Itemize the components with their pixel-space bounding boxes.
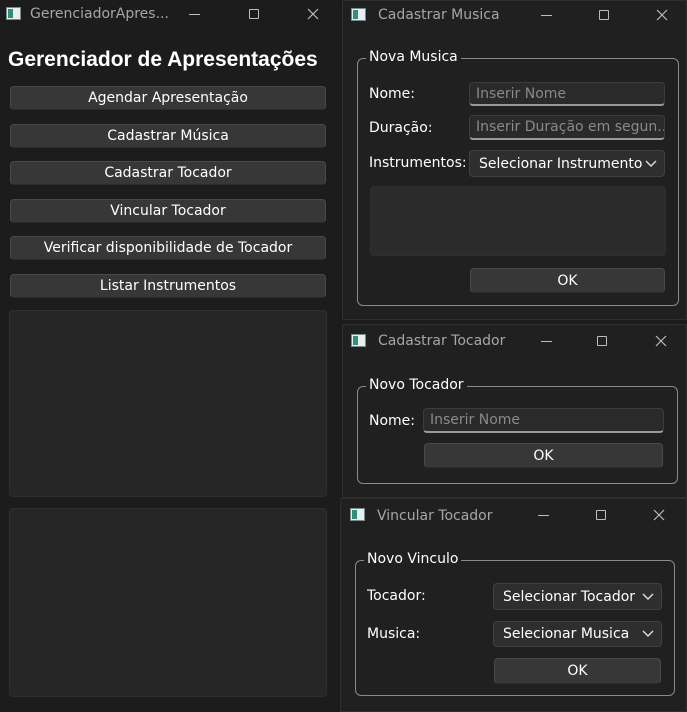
- tocador-select[interactable]: Selecionar Tocador: [493, 583, 662, 610]
- duracao-label: Duração:: [369, 120, 433, 136]
- main-window-title: GerenciadorApres...: [30, 6, 169, 22]
- tocador-window-title: Cadastrar Tocador: [378, 333, 506, 349]
- novo-tocador-group: Novo Tocador: [357, 377, 678, 484]
- musica-label: Musica:: [367, 626, 421, 642]
- novo-vinculo-group-title: Novo Vinculo: [364, 551, 462, 567]
- maximize-icon[interactable]: [591, 330, 613, 352]
- musica-titlebar[interactable]: Cadastrar Musica: [343, 1, 686, 29]
- instrumentos-select[interactable]: Selecionar Instrumento: [469, 150, 665, 177]
- maximize-icon[interactable]: [590, 504, 612, 526]
- app-icon: [6, 7, 21, 20]
- chevron-down-icon: [642, 630, 654, 637]
- verificar-disponibilidade-button[interactable]: Verificar disponibilidade de Tocador: [10, 236, 326, 260]
- close-icon[interactable]: [651, 4, 673, 26]
- musica-window-title: Cadastrar Musica: [378, 7, 500, 23]
- musica-select[interactable]: Selecionar Musica: [493, 621, 662, 647]
- vincular-window-title: Vincular Tocador: [377, 508, 493, 524]
- cadastrar-tocador-button[interactable]: Cadastrar Tocador: [10, 161, 326, 185]
- minimize-icon[interactable]: [183, 3, 205, 25]
- app-icon: [351, 8, 366, 21]
- musica-ok-button[interactable]: OK: [470, 268, 665, 293]
- maximize-icon[interactable]: [593, 4, 615, 26]
- close-icon[interactable]: [648, 504, 670, 526]
- novo-tocador-group-title: Novo Tocador: [366, 377, 467, 393]
- vincular-titlebar[interactable]: Vincular Tocador: [341, 499, 686, 527]
- minimize-icon[interactable]: [532, 504, 554, 526]
- instrumentos-list[interactable]: [370, 186, 666, 256]
- cadastrar-musica-window: Cadastrar Musica Nova Musica Nome: Inser…: [342, 0, 687, 320]
- musica-select-value: Selecionar Musica: [503, 626, 630, 642]
- tocador-nome-input[interactable]: Inserir Nome: [423, 408, 664, 433]
- minimize-icon[interactable]: [535, 330, 557, 352]
- nova-musica-group-title: Nova Musica: [366, 49, 461, 65]
- tocador-select-value: Selecionar Tocador: [503, 588, 636, 605]
- output-panel-top[interactable]: [9, 310, 327, 497]
- listar-instrumentos-button[interactable]: Listar Instrumentos: [10, 274, 326, 298]
- cadastrar-musica-button[interactable]: Cadastrar Música: [10, 124, 326, 148]
- chevron-down-icon: [645, 160, 657, 167]
- app-icon: [351, 334, 366, 347]
- app-icon: [350, 508, 365, 521]
- tocador-titlebar[interactable]: Cadastrar Tocador: [343, 325, 686, 353]
- close-icon[interactable]: [302, 3, 324, 25]
- instrumentos-select-value: Selecionar Instrumento: [479, 155, 643, 172]
- output-panel-bottom[interactable]: [9, 508, 327, 697]
- tocador-label: Tocador:: [367, 588, 426, 604]
- close-icon[interactable]: [650, 330, 672, 352]
- maximize-icon[interactable]: [243, 3, 265, 25]
- chevron-down-icon: [642, 593, 654, 600]
- vincular-tocador-button[interactable]: Vincular Tocador: [10, 199, 326, 223]
- duracao-input[interactable]: Inserir Duração em segun...: [469, 115, 665, 140]
- page-title: Gerenciador de Apresentações: [8, 48, 318, 71]
- vincular-ok-button[interactable]: OK: [494, 658, 661, 684]
- agendar-apresentacao-button[interactable]: Agendar Apresentação: [10, 86, 326, 110]
- instrumentos-label: Instrumentos:: [369, 155, 467, 171]
- main-titlebar[interactable]: GerenciadorApres...: [0, 0, 338, 28]
- nome-label: Nome:: [369, 413, 416, 429]
- main-window: GerenciadorApres... Gerenciador de Apres…: [0, 0, 338, 712]
- musica-nome-input[interactable]: Inserir Nome: [469, 82, 665, 106]
- nome-label: Nome:: [369, 86, 416, 102]
- tocador-ok-button[interactable]: OK: [424, 443, 663, 468]
- vincular-tocador-window: Vincular Tocador Novo Vinculo Tocador: S…: [340, 498, 687, 712]
- cadastrar-tocador-window: Cadastrar Tocador Novo Tocador Nome: Ins…: [342, 324, 687, 498]
- minimize-icon[interactable]: [535, 4, 557, 26]
